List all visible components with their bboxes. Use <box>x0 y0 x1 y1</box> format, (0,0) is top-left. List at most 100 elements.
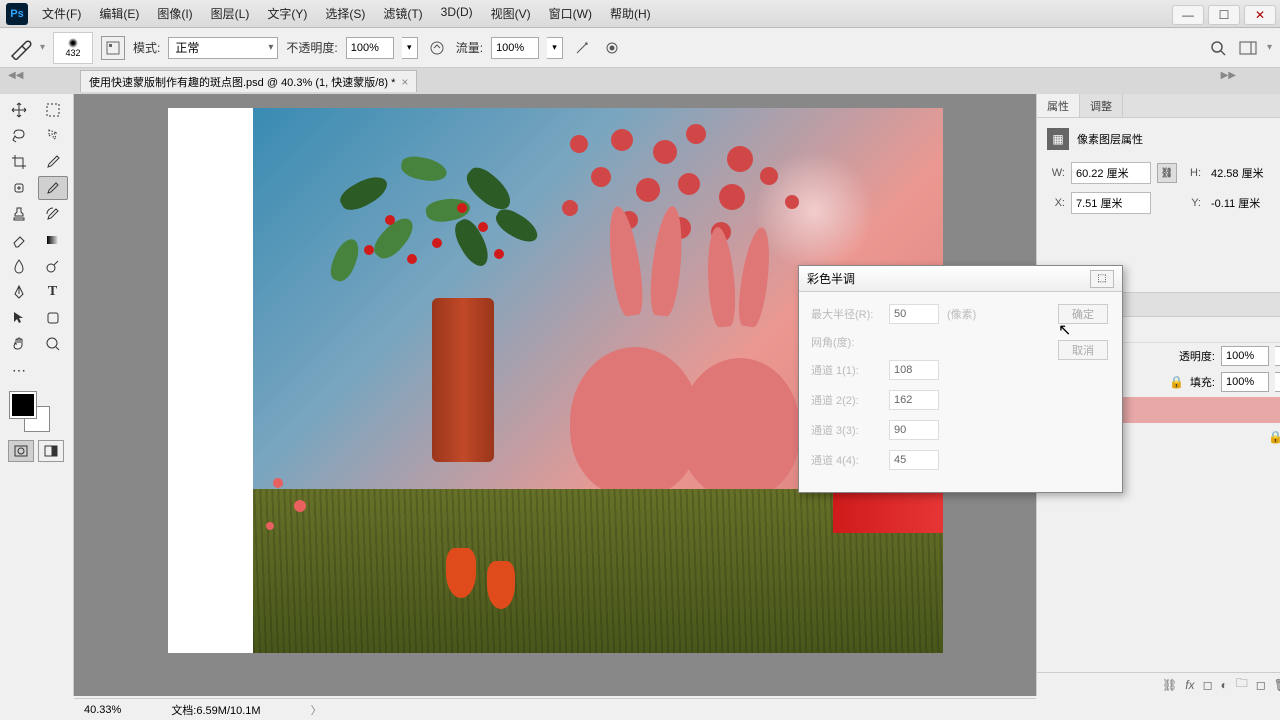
minimize-button[interactable]: — <box>1172 5 1204 25</box>
delete-layer-icon[interactable]: 🗑 <box>1274 678 1280 692</box>
lock-icon[interactable]: 🔒 <box>1169 375 1184 389</box>
adjustment-layer-icon[interactable]: ◐ <box>1221 678 1228 692</box>
move-tool[interactable] <box>4 98 34 122</box>
crop-tool[interactable] <box>4 150 34 174</box>
layer-opacity-dropdown[interactable]: ▾ <box>1275 346 1280 366</box>
menu-view[interactable]: 视图(V) <box>483 1 539 26</box>
path-select-tool[interactable] <box>4 306 34 330</box>
ch1-input[interactable]: 108 <box>889 360 939 380</box>
toolbox: T ⋯ <box>0 94 74 696</box>
hand-tool[interactable] <box>4 332 34 356</box>
doc-size[interactable]: 文档:6.59M/10.1M <box>171 702 260 718</box>
menu-edit[interactable]: 编辑(E) <box>91 1 147 26</box>
quick-select-tool[interactable] <box>38 124 68 148</box>
stamp-tool[interactable] <box>4 202 34 226</box>
blend-mode-select[interactable]: 正常 <box>168 37 278 59</box>
panel-menu-icon[interactable]: ≡ <box>1274 94 1280 117</box>
layer-fill-dropdown[interactable]: ▾ <box>1275 372 1280 392</box>
dialog-titlebar[interactable]: 彩色半调 ⬚ <box>799 266 1122 292</box>
opacity-dropdown[interactable]: ▾ <box>402 37 418 59</box>
maximize-button[interactable]: ☐ <box>1208 5 1240 25</box>
ch2-input[interactable]: 162 <box>889 390 939 410</box>
ch3-input[interactable]: 90 <box>889 420 939 440</box>
standard-mode[interactable] <box>8 440 34 462</box>
menu-layer[interactable]: 图层(L) <box>203 1 258 26</box>
pressure-size-icon[interactable] <box>601 37 623 59</box>
group-icon[interactable]: 🗀 <box>1236 674 1248 695</box>
marquee-tool[interactable] <box>38 98 68 122</box>
max-radius-unit: (像素) <box>947 306 976 322</box>
history-brush-tool[interactable] <box>38 202 68 226</box>
width-input[interactable]: 60.22 厘米 <box>1071 162 1151 184</box>
opacity-label: 不透明度: <box>286 39 337 56</box>
brush-preview[interactable]: 432 <box>53 32 93 64</box>
gradient-tool[interactable] <box>38 228 68 252</box>
workspace-icon[interactable] <box>1237 37 1259 59</box>
tab-properties[interactable]: 属性 <box>1037 94 1080 117</box>
zoom-tool[interactable] <box>38 332 68 356</box>
document-tabs: 使用快速蒙版制作有趣的斑点图.psd @ 40.3% (1, 快速蒙版/8) *… <box>0 68 1280 94</box>
tab-adjustments[interactable]: 调整 <box>1080 94 1123 117</box>
new-layer-icon[interactable]: ◻ <box>1256 678 1266 692</box>
search-icon[interactable] <box>1207 37 1229 59</box>
color-swatch[interactable] <box>10 392 50 432</box>
close-button[interactable]: ✕ <box>1244 5 1276 25</box>
flow-dropdown[interactable]: ▾ <box>547 37 563 59</box>
mask-icon[interactable]: ◻ <box>1203 678 1213 692</box>
menu-window[interactable]: 窗口(W) <box>541 1 600 26</box>
menu-select[interactable]: 选择(S) <box>317 1 373 26</box>
layer-opacity-label: 透明度: <box>1179 348 1215 364</box>
zoom-level[interactable]: 40.33% <box>84 704 121 716</box>
foreground-color[interactable] <box>10 392 36 418</box>
y-input[interactable]: -0.11 厘米 <box>1207 192 1280 214</box>
dialog-ok-button[interactable]: 确定 <box>1058 304 1108 324</box>
pen-tool[interactable] <box>4 280 34 304</box>
layer-fill-input[interactable]: 100% <box>1221 372 1269 392</box>
dodge-tool[interactable] <box>38 254 68 278</box>
document-tab[interactable]: 使用快速蒙版制作有趣的斑点图.psd @ 40.3% (1, 快速蒙版/8) *… <box>80 70 417 92</box>
healing-tool[interactable] <box>4 176 34 200</box>
current-tool-icon[interactable] <box>8 36 32 60</box>
pressure-opacity-icon[interactable] <box>426 37 448 59</box>
layer-lock-indicator[interactable]: 🔒 <box>1268 430 1280 444</box>
quickmask-mode[interactable] <box>38 440 64 462</box>
brush-panel-toggle[interactable] <box>101 36 125 60</box>
eraser-tool[interactable] <box>4 228 34 252</box>
lasso-tool[interactable] <box>4 124 34 148</box>
shape-tool[interactable] <box>38 306 68 330</box>
height-input[interactable]: 42.58 厘米 <box>1207 162 1280 184</box>
blur-tool[interactable] <box>4 254 34 278</box>
max-radius-input[interactable]: 50 <box>889 304 939 324</box>
x-input[interactable]: 7.51 厘米 <box>1071 192 1151 214</box>
app-logo: Ps <box>6 3 28 25</box>
height-label: H: <box>1183 167 1201 179</box>
collapse-right-icon[interactable]: ▶▶ <box>1221 70 1236 81</box>
layer-fill-label: 填充: <box>1190 374 1215 390</box>
flow-input[interactable]: 100% <box>491 37 539 59</box>
menu-help[interactable]: 帮助(H) <box>602 1 659 26</box>
eyedropper-tool[interactable] <box>38 150 68 174</box>
layers-menu-icon[interactable]: ≡ <box>1274 293 1280 316</box>
flow-label: 流量: <box>456 39 483 56</box>
fx-icon[interactable]: fx <box>1185 678 1194 692</box>
link-wh-icon[interactable]: ⛓ <box>1157 163 1177 183</box>
properties-panel: ▦ 像素图层属性 W: 60.22 厘米 ⛓ H: 42.58 厘米 X: 7.… <box>1037 118 1280 232</box>
opacity-input[interactable]: 100% <box>346 37 394 59</box>
link-layers-icon[interactable]: ⛓ <box>1162 678 1177 692</box>
dialog-cancel-button[interactable]: 取消 <box>1058 340 1108 360</box>
menu-filter[interactable]: 滤镜(T) <box>375 1 430 26</box>
tab-close-icon[interactable]: × <box>401 75 408 89</box>
edit-toolbar[interactable]: ⋯ <box>4 358 34 382</box>
menu-image[interactable]: 图像(I) <box>149 1 200 26</box>
type-tool[interactable]: T <box>38 280 68 304</box>
status-arrow-icon[interactable]: 〉 <box>311 702 322 718</box>
menu-type[interactable]: 文字(Y) <box>259 1 315 26</box>
ch4-input[interactable]: 45 <box>889 450 939 470</box>
collapse-left-icon[interactable]: ◀◀ <box>8 70 23 81</box>
menu-3d[interactable]: 3D(D) <box>433 1 481 26</box>
menu-file[interactable]: 文件(F) <box>34 1 89 26</box>
dialog-close-icon[interactable]: ⬚ <box>1090 270 1114 288</box>
brush-tool[interactable] <box>38 176 68 200</box>
layer-opacity-input[interactable]: 100% <box>1221 346 1269 366</box>
airbrush-icon[interactable] <box>571 37 593 59</box>
